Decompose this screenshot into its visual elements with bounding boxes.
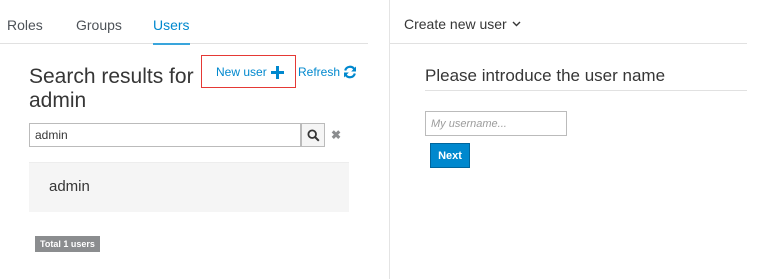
total-count-badge: Total 1 users [35, 236, 100, 252]
tab-bar: Roles Groups Users [0, 0, 368, 45]
search-button[interactable] [301, 123, 325, 147]
search-input[interactable] [29, 123, 301, 147]
app-root: Roles Groups Users Search results for ad… [0, 0, 757, 279]
search-box: ✖ [29, 123, 350, 147]
search-icon [307, 129, 320, 142]
refresh-button[interactable]: Refresh [298, 65, 357, 79]
create-panel-header: Create new user [390, 0, 747, 44]
refresh-label: Refresh [298, 65, 341, 79]
search-results-title: Search results for admin [29, 65, 194, 112]
tab-users[interactable]: Users [153, 16, 190, 45]
new-user-button[interactable]: New user [201, 55, 296, 88]
clear-search-button[interactable]: ✖ [329, 128, 343, 142]
username-input[interactable] [425, 111, 567, 136]
create-user-dropdown-label: Create new user [404, 16, 507, 32]
users-panel: Roles Groups Users Search results for ad… [0, 0, 390, 279]
refresh-icon [344, 65, 357, 79]
next-button[interactable]: Next [430, 143, 470, 168]
create-user-form-title: Please introduce the user name [425, 66, 666, 85]
create-user-dropdown[interactable]: Create new user [404, 16, 521, 32]
list-item[interactable]: admin [29, 163, 349, 212]
divider [425, 90, 747, 91]
list-item-label: admin [49, 178, 90, 195]
close-icon: ✖ [330, 128, 342, 142]
plus-icon [271, 66, 284, 79]
tab-roles[interactable]: Roles [7, 16, 43, 44]
chevron-down-icon [512, 21, 521, 27]
new-user-label: New user [216, 65, 267, 79]
tab-groups[interactable]: Groups [76, 16, 122, 44]
